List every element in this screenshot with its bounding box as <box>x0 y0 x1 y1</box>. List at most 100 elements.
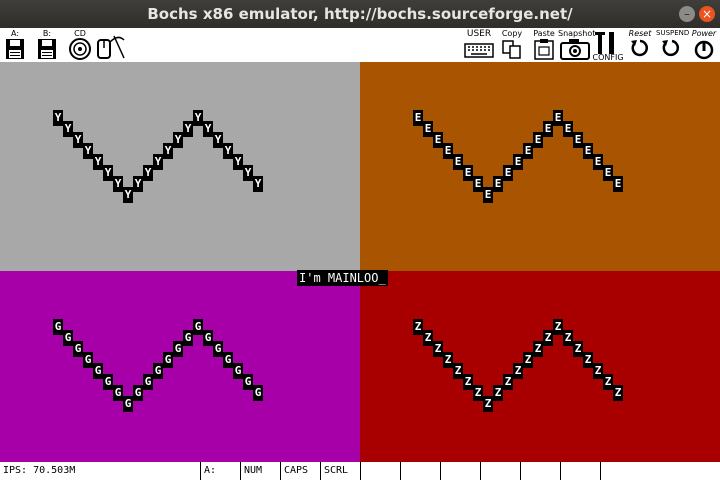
screen-char: Y <box>53 110 63 126</box>
screen-char: Y <box>193 110 203 126</box>
scroll-lock-indicator: SCRL <box>320 462 360 480</box>
status-cell <box>600 462 640 480</box>
screen-char: G <box>153 363 163 379</box>
screen-char: Z <box>503 374 513 390</box>
screen-char: Z <box>453 363 463 379</box>
screen-char: G <box>123 396 133 412</box>
screen-char: G <box>193 319 203 335</box>
reset-button[interactable]: Reset <box>624 28 656 62</box>
screen-char: E <box>583 143 593 159</box>
screen-char: Z <box>463 374 473 390</box>
snapshot-button[interactable]: Snapshot <box>558 28 595 62</box>
screen-char: G <box>53 319 63 335</box>
screen-char: E <box>523 143 533 159</box>
status-bar: IPS: 70.503M A: NUM CAPS SCRL <box>0 462 720 480</box>
screen-char: Y <box>153 154 163 170</box>
screen-char: Y <box>123 187 133 203</box>
screen-char: E <box>573 132 583 148</box>
minimize-button[interactable]: – <box>679 6 695 22</box>
screen-char: E <box>533 132 543 148</box>
quadrant-bottom-right <box>360 271 720 462</box>
screen-char: G <box>83 352 93 368</box>
screen-char: Y <box>203 121 213 137</box>
screen-char: G <box>223 352 233 368</box>
power-icon <box>694 40 714 60</box>
ips-readout: IPS: 70.503M <box>3 465 76 476</box>
screen-char: G <box>63 330 73 346</box>
screen-char: E <box>563 121 573 137</box>
screen-char: Z <box>583 352 593 368</box>
screen-char: E <box>443 143 453 159</box>
screen-char: G <box>233 363 243 379</box>
paste-button[interactable]: Paste <box>530 28 558 62</box>
screen-char: G <box>103 374 113 390</box>
screen-char: E <box>493 176 503 192</box>
screen-char: G <box>173 341 183 357</box>
status-cell <box>520 462 560 480</box>
screen-char: E <box>503 165 513 181</box>
config-button[interactable]: CONFIG <box>592 28 624 62</box>
screen-char: G <box>243 374 253 390</box>
screen-char: Z <box>553 319 563 335</box>
user-button[interactable]: USER <box>463 28 495 62</box>
screen-char: Y <box>173 132 183 148</box>
screen-char: Z <box>423 330 433 346</box>
status-cell <box>480 462 520 480</box>
screen-char: Y <box>163 143 173 159</box>
screen-char: G <box>73 341 83 357</box>
screen-char: E <box>543 121 553 137</box>
screen-char: E <box>433 132 443 148</box>
screen-char: Y <box>133 176 143 192</box>
screen-char: E <box>483 187 493 203</box>
screen-char: Z <box>413 319 423 335</box>
screen-char: Z <box>493 385 503 401</box>
screen-char: Z <box>533 341 543 357</box>
suspend-icon <box>662 39 680 57</box>
screen-char: Z <box>473 385 483 401</box>
window-title: Bochs x86 emulator, http://bochs.sourcef… <box>147 5 573 23</box>
floppy-icon <box>38 39 56 59</box>
power-button[interactable]: Power <box>688 28 720 62</box>
screen-char: Y <box>73 132 83 148</box>
mouse-capture-button[interactable] <box>94 28 128 62</box>
screen-char: Y <box>103 165 113 181</box>
screen-char: Y <box>253 176 263 192</box>
floppy-icon <box>6 39 24 59</box>
quadrant-top-right <box>360 62 720 271</box>
screen-char: Y <box>183 121 193 137</box>
floppy-b-button[interactable]: B: <box>36 28 58 62</box>
screen-char: Y <box>213 132 223 148</box>
suspend-button[interactable]: SUSPEND <box>656 28 689 62</box>
screen-char: G <box>213 341 223 357</box>
config-label: CONFIG <box>592 53 624 62</box>
screen-char: Y <box>83 143 93 159</box>
quadrant-bottom-left <box>0 271 360 462</box>
screen-char: Y <box>63 121 73 137</box>
screen-char: G <box>133 385 143 401</box>
screen-char: Z <box>543 330 553 346</box>
copy-button[interactable]: Copy <box>500 28 524 62</box>
screen-char: Y <box>143 165 153 181</box>
paste-icon <box>534 39 554 60</box>
screen-char: Z <box>603 374 613 390</box>
keyboard-icon <box>464 43 494 58</box>
screen-char: E <box>413 110 423 126</box>
screen-char: Z <box>433 341 443 357</box>
screen-char: E <box>473 176 483 192</box>
cdrom-button[interactable]: CD <box>66 28 94 62</box>
floppy-a-button[interactable]: A: <box>4 28 26 62</box>
screen-char: E <box>453 154 463 170</box>
close-button[interactable]: × <box>699 6 715 22</box>
screen-char: Z <box>443 352 453 368</box>
quadrant-top-left <box>0 62 360 271</box>
screen-char: G <box>163 352 173 368</box>
screen-char: E <box>603 165 613 181</box>
screen-char: G <box>113 385 123 401</box>
mouse-icon <box>97 35 125 59</box>
camera-icon <box>560 39 590 60</box>
emulator-screen[interactable]: I'm MAINLOO_ YYYYYYYYYYYYYYYYYYYYYEEEEEE… <box>0 62 720 462</box>
screen-char: E <box>513 154 523 170</box>
screen-char: Z <box>613 385 623 401</box>
screen-char: Y <box>233 154 243 170</box>
screen-char: Z <box>513 363 523 379</box>
